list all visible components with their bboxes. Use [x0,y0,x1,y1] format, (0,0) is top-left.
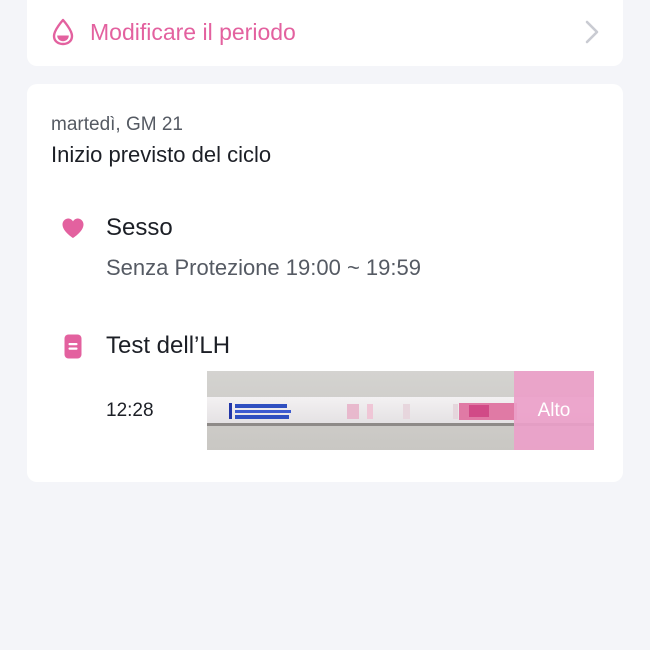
drop-icon [52,18,74,46]
lh-result-label: Alto [514,371,594,450]
edit-period-label: Modificare il periodo [90,19,296,45]
edit-period-card: Modificare il periodo [27,0,623,66]
chevron-right-icon [585,20,599,44]
sex-entry-title[interactable]: Sesso [106,214,173,242]
lh-test-title[interactable]: Test dell’LH [106,332,230,360]
lh-test-strip-photo[interactable]: Alto [207,371,594,450]
lh-test-time: 12:28 [106,400,154,421]
heart-icon [62,218,84,238]
cycle-start-title: Inizio previsto del ciclo [51,142,272,167]
date-label: martedì, GM 21 [51,114,183,135]
edit-period-row[interactable]: Modificare il periodo [27,0,623,66]
sex-entry-detail: Senza Protezione 19:00 ~ 19:59 [106,255,421,280]
document-icon [64,334,82,359]
day-details-card: martedì, GM 21 Inizio previsto del ciclo… [27,84,623,482]
